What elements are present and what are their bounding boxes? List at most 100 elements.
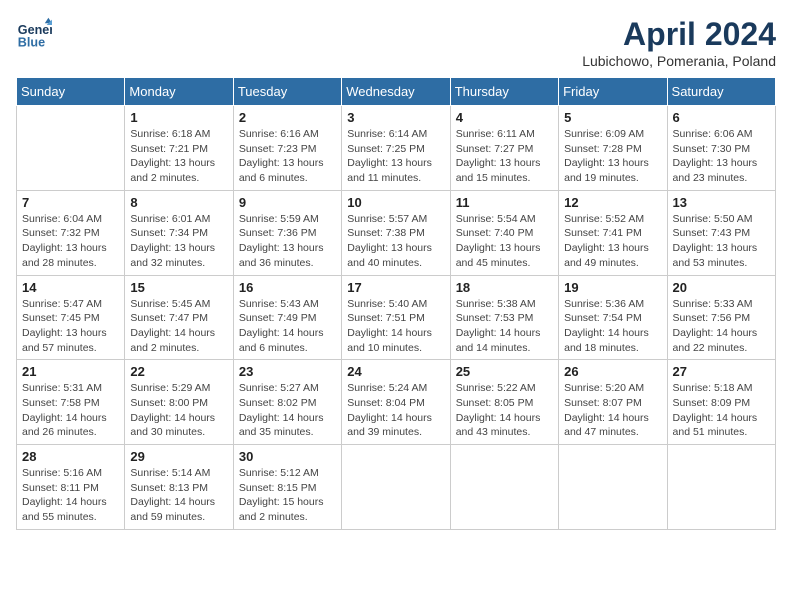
day-number: 21 — [22, 364, 119, 379]
day-info: Sunrise: 6:09 AM Sunset: 7:28 PM Dayligh… — [564, 127, 661, 186]
logo: General Blue — [16, 16, 52, 52]
day-number: 6 — [673, 110, 770, 125]
weekday-saturday: Saturday — [667, 78, 775, 106]
calendar-cell: 28 Sunrise: 5:16 AM Sunset: 8:11 PM Dayli… — [17, 445, 125, 530]
day-number: 7 — [22, 195, 119, 210]
day-number: 19 — [564, 280, 661, 295]
calendar-cell: 3Sunrise: 6:14 AM Sunset: 7:25 PM Daylig… — [342, 106, 450, 191]
weekday-sunday: Sunday — [17, 78, 125, 106]
day-info: Sunrise: 5:57 AM Sunset: 7:38 PM Dayligh… — [347, 212, 444, 271]
calendar-cell: 25 Sunrise: 5:22 AM Sunset: 8:05 PM Dayli… — [450, 360, 558, 445]
day-number: 28 — [22, 449, 119, 464]
day-number: 29 — [130, 449, 227, 464]
location: Lubichowo, Pomerania, Poland — [582, 53, 776, 69]
week-row-5: 28 Sunrise: 5:16 AM Sunset: 8:11 PM Dayli… — [17, 445, 776, 530]
title-block: April 2024 Lubichowo, Pomerania, Poland — [582, 16, 776, 69]
day-number: 12 — [564, 195, 661, 210]
calendar-cell: 14 Sunrise: 5:47 AM Sunset: 7:45 PM Dayli… — [17, 275, 125, 360]
calendar-cell — [17, 106, 125, 191]
day-number: 22 — [130, 364, 227, 379]
calendar-cell: 19 Sunrise: 5:36 AM Sunset: 7:54 PM Dayli… — [559, 275, 667, 360]
day-info: Sunrise: 5:40 AM Sunset: 7:51 PM Dayligh… — [347, 297, 444, 356]
day-info: Sunrise: 5:43 AM Sunset: 7:49 PM Dayligh… — [239, 297, 336, 356]
calendar-cell: 7 Sunrise: 6:04 AM Sunset: 7:32 PM Daylig… — [17, 190, 125, 275]
day-info: Sunrise: 5:33 AM Sunset: 7:56 PM Dayligh… — [673, 297, 770, 356]
week-row-4: 21 Sunrise: 5:31 AM Sunset: 7:58 PM Dayli… — [17, 360, 776, 445]
day-number: 11 — [456, 195, 553, 210]
day-number: 26 — [564, 364, 661, 379]
calendar-cell: 16 Sunrise: 5:43 AM Sunset: 7:49 PM Dayli… — [233, 275, 341, 360]
day-info: Sunrise: 5:52 AM Sunset: 7:41 PM Dayligh… — [564, 212, 661, 271]
day-number: 14 — [22, 280, 119, 295]
weekday-tuesday: Tuesday — [233, 78, 341, 106]
weekday-wednesday: Wednesday — [342, 78, 450, 106]
weekday-monday: Monday — [125, 78, 233, 106]
day-info: Sunrise: 5:24 AM Sunset: 8:04 PM Dayligh… — [347, 381, 444, 440]
calendar-cell — [559, 445, 667, 530]
day-info: Sunrise: 6:06 AM Sunset: 7:30 PM Dayligh… — [673, 127, 770, 186]
month-title: April 2024 — [582, 16, 776, 53]
day-info: Sunrise: 6:04 AM Sunset: 7:32 PM Dayligh… — [22, 212, 119, 271]
calendar-cell: 4 Sunrise: 6:11 AM Sunset: 7:27 PM Daylig… — [450, 106, 558, 191]
day-info: Sunrise: 5:29 AM Sunset: 8:00 PM Dayligh… — [130, 381, 227, 440]
calendar-cell: 26 Sunrise: 5:20 AM Sunset: 8:07 PM Dayli… — [559, 360, 667, 445]
calendar-cell: 5 Sunrise: 6:09 AM Sunset: 7:28 PM Daylig… — [559, 106, 667, 191]
day-number: 9 — [239, 195, 336, 210]
day-info: Sunrise: 5:47 AM Sunset: 7:45 PM Dayligh… — [22, 297, 119, 356]
day-number: 1 — [130, 110, 227, 125]
day-number: 16 — [239, 280, 336, 295]
day-info: Sunrise: 5:38 AM Sunset: 7:53 PM Dayligh… — [456, 297, 553, 356]
calendar-cell: 10 Sunrise: 5:57 AM Sunset: 7:38 PM Dayli… — [342, 190, 450, 275]
calendar-body: 1Sunrise: 6:18 AM Sunset: 7:21 PM Daylig… — [17, 106, 776, 530]
day-info: Sunrise: 5:59 AM Sunset: 7:36 PM Dayligh… — [239, 212, 336, 271]
day-info: Sunrise: 5:31 AM Sunset: 7:58 PM Dayligh… — [22, 381, 119, 440]
weekday-thursday: Thursday — [450, 78, 558, 106]
day-info: Sunrise: 5:36 AM Sunset: 7:54 PM Dayligh… — [564, 297, 661, 356]
day-number: 25 — [456, 364, 553, 379]
day-number: 8 — [130, 195, 227, 210]
week-row-3: 14 Sunrise: 5:47 AM Sunset: 7:45 PM Dayli… — [17, 275, 776, 360]
calendar-cell: 22 Sunrise: 5:29 AM Sunset: 8:00 PM Dayli… — [125, 360, 233, 445]
calendar-cell — [450, 445, 558, 530]
day-number: 17 — [347, 280, 444, 295]
page-header: General Blue April 2024 Lubichowo, Pomer… — [16, 16, 776, 69]
logo-icon: General Blue — [16, 16, 52, 52]
day-info: Sunrise: 5:45 AM Sunset: 7:47 PM Dayligh… — [130, 297, 227, 356]
day-info: Sunrise: 5:18 AM Sunset: 8:09 PM Dayligh… — [673, 381, 770, 440]
calendar-cell: 15 Sunrise: 5:45 AM Sunset: 7:47 PM Dayli… — [125, 275, 233, 360]
calendar-cell: 11 Sunrise: 5:54 AM Sunset: 7:40 PM Dayli… — [450, 190, 558, 275]
day-number: 4 — [456, 110, 553, 125]
calendar-cell: 29 Sunrise: 5:14 AM Sunset: 8:13 PM Dayli… — [125, 445, 233, 530]
day-number: 30 — [239, 449, 336, 464]
day-info: Sunrise: 6:14 AM Sunset: 7:25 PM Dayligh… — [347, 127, 444, 186]
day-info: Sunrise: 5:20 AM Sunset: 8:07 PM Dayligh… — [564, 381, 661, 440]
day-info: Sunrise: 6:01 AM Sunset: 7:34 PM Dayligh… — [130, 212, 227, 271]
day-info: Sunrise: 6:16 AM Sunset: 7:23 PM Dayligh… — [239, 127, 336, 186]
day-number: 2 — [239, 110, 336, 125]
day-info: Sunrise: 5:22 AM Sunset: 8:05 PM Dayligh… — [456, 381, 553, 440]
day-number: 5 — [564, 110, 661, 125]
calendar-cell: 24 Sunrise: 5:24 AM Sunset: 8:04 PM Dayli… — [342, 360, 450, 445]
day-number: 13 — [673, 195, 770, 210]
day-number: 27 — [673, 364, 770, 379]
week-row-1: 1Sunrise: 6:18 AM Sunset: 7:21 PM Daylig… — [17, 106, 776, 191]
weekday-friday: Friday — [559, 78, 667, 106]
week-row-2: 7 Sunrise: 6:04 AM Sunset: 7:32 PM Daylig… — [17, 190, 776, 275]
calendar-table: SundayMondayTuesdayWednesdayThursdayFrid… — [16, 77, 776, 530]
day-info: Sunrise: 5:14 AM Sunset: 8:13 PM Dayligh… — [130, 466, 227, 525]
calendar-cell: 2 Sunrise: 6:16 AM Sunset: 7:23 PM Daylig… — [233, 106, 341, 191]
day-info: Sunrise: 5:12 AM Sunset: 8:15 PM Dayligh… — [239, 466, 336, 525]
day-info: Sunrise: 5:16 AM Sunset: 8:11 PM Dayligh… — [22, 466, 119, 525]
calendar-cell: 27 Sunrise: 5:18 AM Sunset: 8:09 PM Dayli… — [667, 360, 775, 445]
day-info: Sunrise: 5:54 AM Sunset: 7:40 PM Dayligh… — [456, 212, 553, 271]
calendar-cell: 9 Sunrise: 5:59 AM Sunset: 7:36 PM Daylig… — [233, 190, 341, 275]
calendar-cell: 8 Sunrise: 6:01 AM Sunset: 7:34 PM Daylig… — [125, 190, 233, 275]
calendar-cell: 23Sunrise: 5:27 AM Sunset: 8:02 PM Dayli… — [233, 360, 341, 445]
day-info: Sunrise: 6:11 AM Sunset: 7:27 PM Dayligh… — [456, 127, 553, 186]
day-number: 10 — [347, 195, 444, 210]
day-number: 15 — [130, 280, 227, 295]
day-number: 24 — [347, 364, 444, 379]
calendar-cell: 20Sunrise: 5:33 AM Sunset: 7:56 PM Dayli… — [667, 275, 775, 360]
day-number: 23 — [239, 364, 336, 379]
calendar-cell: 12 Sunrise: 5:52 AM Sunset: 7:41 PM Dayli… — [559, 190, 667, 275]
